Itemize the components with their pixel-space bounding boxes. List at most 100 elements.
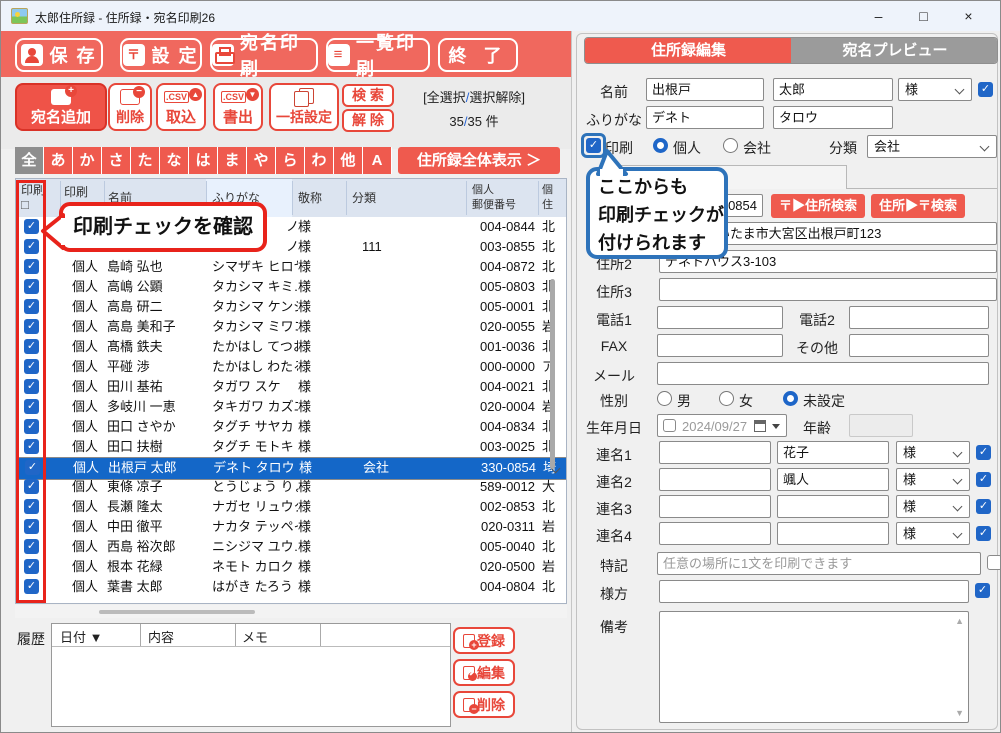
table-row[interactable]: 個人高嶋 公顕タカシマ キミ…様北005-0803	[16, 277, 567, 297]
table-row[interactable]: 個人東條 凉子とうじょう りょうこ様大589-0012	[16, 477, 567, 497]
history-col-content[interactable]: 内容	[148, 627, 174, 646]
index-tab-さ[interactable]: さ	[102, 147, 131, 174]
fax-input[interactable]	[657, 334, 783, 357]
renmei3-honorific-select[interactable]: 様	[896, 495, 970, 518]
biko-textarea[interactable]: ▲ ▼	[659, 611, 969, 723]
index-tab-ま[interactable]: ま	[218, 147, 247, 174]
table-row[interactable]: 個人高島 美和子タカシマ ミワコ様岩020-0055	[16, 317, 567, 337]
radio-personal[interactable]	[653, 138, 668, 153]
show-all-button[interactable]: 住所録全体表示 ＞	[398, 147, 560, 174]
minimize-button[interactable]: –	[856, 1, 901, 31]
index-tab-た[interactable]: た	[131, 147, 160, 174]
table-row[interactable]: 個人多岐川 一恵タキガワ カズエ様岩020-0004	[16, 397, 567, 417]
birthday-datepicker[interactable]: 2024/09/27	[657, 414, 787, 437]
radio-company[interactable]	[723, 138, 738, 153]
table-row[interactable]: 個人島崎 弘也シマザキ ヒロヤ様北004-0872	[16, 257, 567, 277]
name-print-checkbox[interactable]	[978, 82, 993, 97]
renmei4-checkbox[interactable]	[976, 526, 991, 541]
history-col-date[interactable]: 日付 ▼	[60, 627, 102, 646]
tel1-input[interactable]	[657, 306, 783, 329]
tokki-input[interactable]: 任意の場所に1文を印刷できます	[657, 552, 981, 575]
samagata-input[interactable]	[659, 580, 969, 603]
table-row[interactable]: 個人西島 裕次郎ニシジマ ユウ…様北005-0040	[16, 537, 567, 557]
renmei1-first-input[interactable]: 花子	[777, 441, 889, 464]
index-tab-ら[interactable]: ら	[276, 147, 305, 174]
renmei4-first-input[interactable]	[777, 522, 889, 545]
kana-last-input[interactable]: デネト	[646, 106, 764, 129]
name-last-input[interactable]: 出根戸	[646, 78, 764, 101]
table-row[interactable]: 個人田口 扶樹タグチ モトキ様北003-0025	[16, 437, 567, 457]
renmei2-honorific-select[interactable]: 様	[896, 468, 970, 491]
vertical-scrollbar[interactable]	[550, 279, 555, 469]
index-tab-は[interactable]: は	[189, 147, 218, 174]
index-tab-わ[interactable]: わ	[305, 147, 334, 174]
list-print-button[interactable]: ≡ 一覧印刷	[326, 38, 430, 72]
add-entry-button[interactable]: + 宛名追加	[15, 83, 107, 131]
table-row[interactable]: 個人髙橋 鉄夫たかはし てつお様北001-0036	[16, 337, 567, 357]
renmei4-last-input[interactable]	[659, 522, 771, 545]
col-address-1[interactable]: 個	[542, 181, 553, 197]
table-row[interactable]: 個人田川 基祐タガワ スケ様北004-0021	[16, 377, 567, 397]
index-tab-A[interactable]: A	[363, 147, 392, 174]
kana-first-input[interactable]: タロウ	[773, 106, 893, 129]
renmei1-checkbox[interactable]	[976, 445, 991, 460]
col-print-type[interactable]: 印刷	[64, 183, 88, 200]
col-category[interactable]: 分類	[352, 189, 376, 206]
search-button[interactable]: 検 索	[342, 84, 394, 107]
table-row[interactable]: 個人田口 さやかタグチ サヤカ様北004-0834	[16, 417, 567, 437]
settings-button[interactable]: 〒 設 定	[120, 38, 202, 72]
renmei4-honorific-select[interactable]: 様	[896, 522, 970, 545]
tel2-input[interactable]	[849, 306, 989, 329]
col-postal-1[interactable]: 個人	[472, 181, 494, 197]
history-table[interactable]: 日付 ▼ 内容 メモ	[51, 623, 451, 727]
table-row[interactable]: 個人高島 研二タカシマ ケンジ様北005-0001	[16, 297, 567, 317]
horizontal-scrollbar[interactable]	[15, 605, 567, 618]
tokki-checkbox[interactable]	[987, 555, 1001, 570]
csv-export-button[interactable]: .CSV ▼ 書出	[213, 83, 263, 131]
dropdown-arrow-icon[interactable]	[772, 424, 780, 429]
table-row[interactable]: 個人平碰 渉たかはし わたる様ア000-0000	[16, 357, 567, 377]
scroll-down-icon[interactable]: ▼	[955, 708, 964, 718]
delete-entry-button[interactable]: − 削除	[108, 83, 152, 131]
exit-button[interactable]: 終 了	[438, 38, 518, 72]
index-tab-や[interactable]: や	[247, 147, 276, 174]
index-tab-か[interactable]: か	[73, 147, 102, 174]
scroll-up-icon[interactable]: ▲	[955, 616, 964, 626]
samagata-checkbox[interactable]	[975, 583, 990, 598]
radio-gender-unset[interactable]	[783, 391, 798, 406]
history-col-memo[interactable]: メモ	[242, 627, 268, 646]
renmei2-last-input[interactable]	[659, 468, 771, 491]
close-button[interactable]: ×	[946, 1, 991, 31]
birthday-checkbox[interactable]	[663, 419, 676, 432]
name-honorific-select[interactable]: 様	[898, 78, 972, 101]
renmei3-checkbox[interactable]	[976, 499, 991, 514]
renmei3-last-input[interactable]	[659, 495, 771, 518]
address3-input[interactable]	[659, 278, 997, 301]
index-tab-あ[interactable]: あ	[44, 147, 73, 174]
table-row[interactable]: 個人根本 花緑ネモト カロク様岩020-0500	[16, 557, 567, 577]
col-honorific[interactable]: 敬称	[298, 189, 322, 206]
history-add-button[interactable]: +登録	[453, 627, 515, 654]
renmei1-honorific-select[interactable]: 様	[896, 441, 970, 464]
renmei3-first-input[interactable]	[777, 495, 889, 518]
save-button[interactable]: 保 存	[15, 38, 103, 72]
csv-import-button[interactable]: .CSV ▲ 取込	[156, 83, 206, 131]
maximize-button[interactable]: □	[901, 1, 946, 31]
postal-to-address-button[interactable]: 〒▶住所検索	[771, 194, 865, 218]
selection-hint[interactable]: [全選択/選択解除]	[401, 87, 547, 106]
tab-atena-preview[interactable]: 宛名プレビュー	[791, 38, 998, 64]
mail-input[interactable]	[657, 362, 989, 385]
renmei1-last-input[interactable]	[659, 441, 771, 464]
history-edit-button[interactable]: 編集	[453, 659, 515, 686]
atena-print-button[interactable]: 宛名印刷	[210, 38, 318, 72]
batch-settings-button[interactable]: 一括設定	[269, 83, 339, 131]
index-tab-全[interactable]: 全	[15, 147, 44, 174]
address-to-postal-button[interactable]: 住所▶〒検索	[871, 194, 965, 218]
other-input[interactable]	[849, 334, 989, 357]
radio-male[interactable]	[657, 391, 672, 406]
name-first-input[interactable]: 太郎	[773, 78, 893, 101]
table-row[interactable]: 個人長瀬 隆太ナガセ リュウタ様北002-0853	[16, 497, 567, 517]
radio-female[interactable]	[719, 391, 734, 406]
history-del-button[interactable]: −削除	[453, 691, 515, 718]
index-tab-他[interactable]: 他	[334, 147, 363, 174]
